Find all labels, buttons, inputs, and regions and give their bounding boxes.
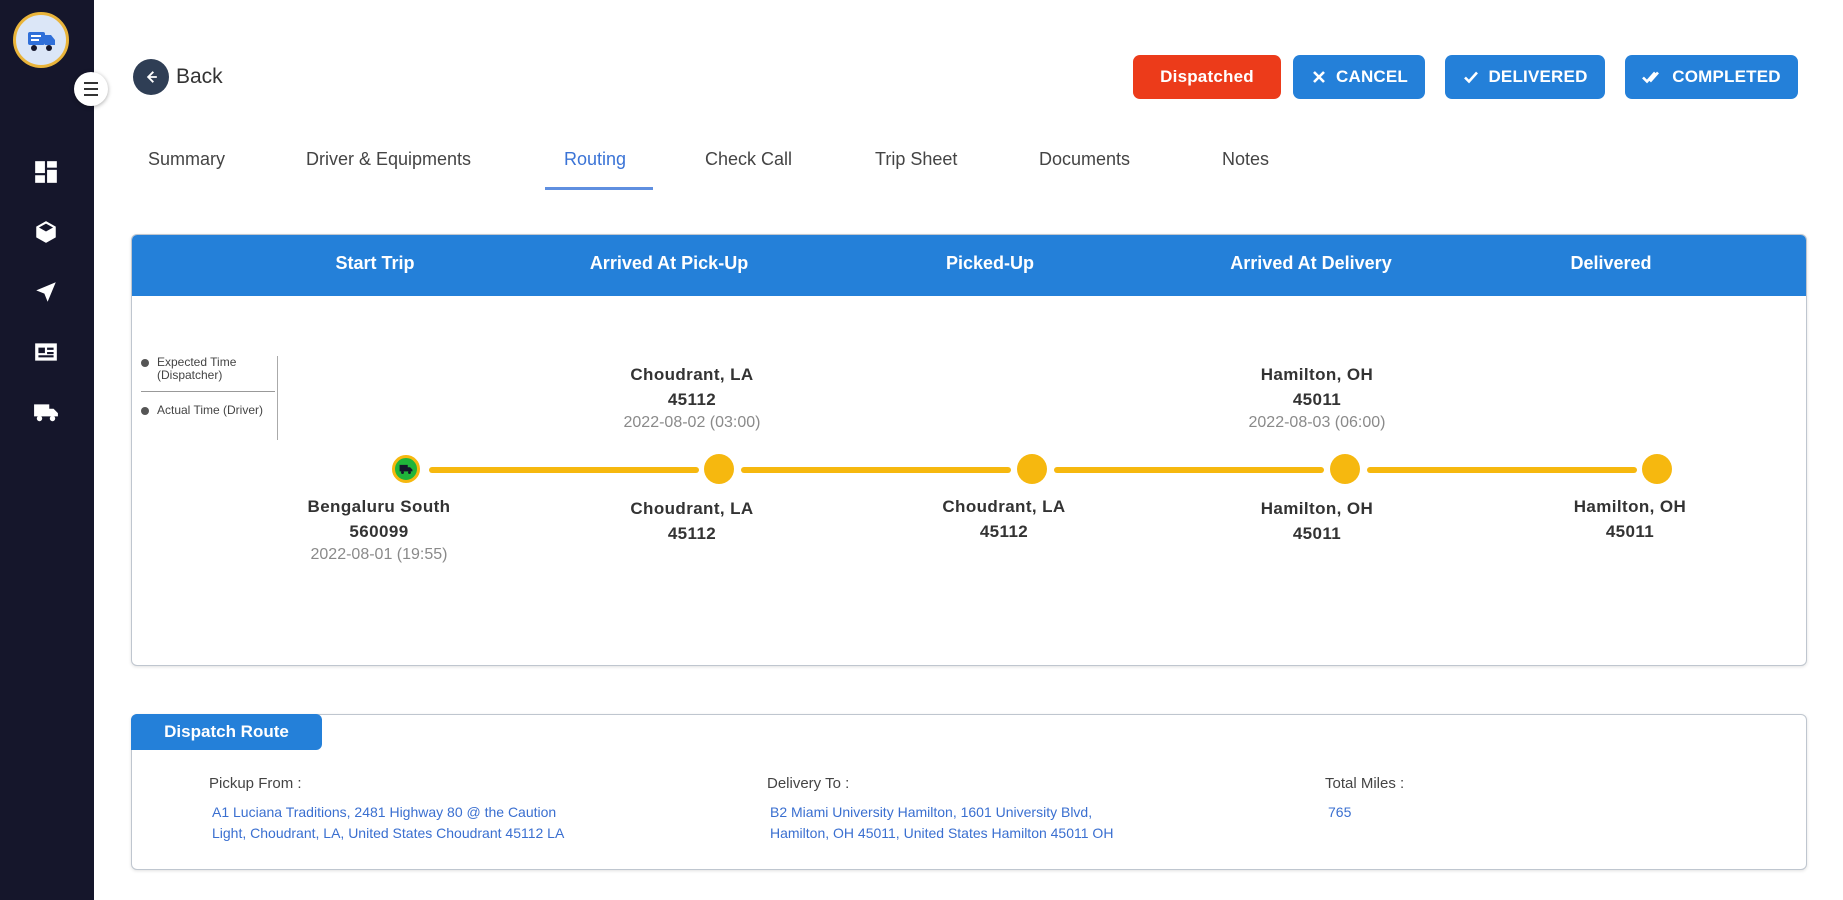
stage-start-trip: Start Trip bbox=[335, 253, 415, 273]
actual-arrived-pickup-zip: 45112 bbox=[667, 524, 717, 543]
arrow-left-icon bbox=[133, 59, 169, 95]
arrived-pickup-node[interactable] bbox=[704, 454, 734, 484]
tab-driver-equipments[interactable]: Driver & Equipments bbox=[306, 149, 471, 170]
actual-delivered: Hamilton, OH 45011 bbox=[1574, 494, 1686, 544]
expected-delivery: Hamilton, OH 45011 2022-08-03 (06:00) bbox=[1249, 362, 1386, 434]
completed-button[interactable]: COMPLETED bbox=[1625, 55, 1798, 99]
package-icon[interactable] bbox=[31, 217, 61, 247]
route-segment bbox=[1054, 467, 1324, 473]
expected-pickup: Choudrant, LA 45112 2022-08-02 (03:00) bbox=[624, 362, 761, 434]
bullet-icon bbox=[141, 407, 149, 415]
tab-trip-sheet[interactable]: Trip Sheet bbox=[875, 149, 957, 170]
tab-documents[interactable]: Documents bbox=[1039, 149, 1130, 170]
active-tab-indicator bbox=[545, 187, 653, 190]
legend-vertical-divider bbox=[277, 356, 278, 440]
actual-delivered-zip: 45011 bbox=[1605, 522, 1655, 541]
start-trip-node[interactable] bbox=[392, 455, 420, 483]
total-miles-value: 765 bbox=[1328, 804, 1352, 820]
delivered-button[interactable]: DELIVERED bbox=[1445, 55, 1605, 99]
pickup-address-line2[interactable]: Light, Choudrant, LA, United States Chou… bbox=[209, 823, 564, 844]
id-card-icon[interactable] bbox=[31, 337, 61, 367]
back-label: Back bbox=[176, 65, 223, 88]
pickup-field: Pickup From : A1 Luciana Traditions, 248… bbox=[209, 775, 564, 844]
actual-start-time: 2022-08-01 (19:55) bbox=[310, 546, 448, 563]
expected-delivery-zip: 45011 bbox=[1292, 390, 1342, 409]
back-button[interactable]: Back bbox=[133, 59, 223, 95]
tab-notes[interactable]: Notes bbox=[1222, 149, 1269, 170]
actual-picked-up-zip: 45112 bbox=[979, 522, 1029, 541]
tab-check-call[interactable]: Check Call bbox=[705, 149, 792, 170]
double-check-icon bbox=[1642, 71, 1660, 84]
legend-actual: Actual Time (Driver) bbox=[141, 404, 277, 417]
expected-pickup-zip: 45112 bbox=[667, 390, 717, 409]
delivery-label: Delivery To : bbox=[767, 775, 850, 792]
legend-divider bbox=[141, 391, 275, 392]
expected-pickup-city: Choudrant, LA bbox=[630, 365, 754, 384]
delivery-field: Delivery To : B2 Miami University Hamilt… bbox=[767, 775, 1113, 844]
expected-delivery-city: Hamilton, OH bbox=[1260, 365, 1374, 384]
time-legend: Expected Time (Dispatcher) Actual Time (… bbox=[141, 356, 277, 417]
actual-picked-up: Choudrant, LA 45112 bbox=[942, 494, 1065, 544]
completed-label: COMPLETED bbox=[1672, 67, 1781, 86]
expected-pickup-time: 2022-08-02 (03:00) bbox=[623, 414, 761, 431]
routing-stages-header: Start Trip Arrived At Pick-Up Picked-Up … bbox=[132, 235, 1806, 296]
arrived-delivery-node[interactable] bbox=[1330, 454, 1360, 484]
actual-delivered-city: Hamilton, OH bbox=[1573, 497, 1687, 516]
legend-expected: Expected Time (Dispatcher) bbox=[141, 356, 277, 382]
legend-expected-label: Expected Time (Dispatcher) bbox=[157, 355, 237, 382]
truck-icon[interactable] bbox=[31, 397, 61, 427]
stage-picked-up: Picked-Up bbox=[945, 253, 1035, 273]
tab-routing[interactable]: Routing bbox=[564, 149, 626, 170]
dispatch-route-card: Dispatch Route Pickup From : A1 Luciana … bbox=[131, 714, 1807, 870]
delivered-node[interactable] bbox=[1642, 454, 1672, 484]
truck-icon bbox=[399, 464, 413, 474]
total-miles-label: Total Miles : bbox=[1325, 775, 1405, 792]
check-icon bbox=[1464, 71, 1479, 84]
dispatch-route-title: Dispatch Route bbox=[131, 714, 322, 750]
actual-arrived-delivery: Hamilton, OH 45011 bbox=[1261, 496, 1373, 546]
sidebar bbox=[0, 0, 94, 900]
delivery-address-line1[interactable]: B2 Miami University Hamilton, 1601 Unive… bbox=[767, 802, 1113, 823]
routing-card: Start Trip Arrived At Pick-Up Picked-Up … bbox=[131, 234, 1807, 666]
truck-logo-icon[interactable] bbox=[13, 12, 69, 68]
expected-delivery-time: 2022-08-03 (06:00) bbox=[1248, 414, 1386, 431]
actual-arrived-delivery-city: Hamilton, OH bbox=[1260, 499, 1374, 518]
actual-start-zip: 560099 bbox=[349, 522, 409, 541]
navigation-arrow-icon[interactable] bbox=[31, 277, 61, 307]
delivered-label: DELIVERED bbox=[1488, 67, 1588, 86]
cancel-button[interactable]: CANCEL bbox=[1293, 55, 1425, 99]
dashboard-icon[interactable] bbox=[31, 157, 61, 187]
hamburger-menu-icon[interactable] bbox=[74, 72, 108, 106]
actual-arrived-pickup: Choudrant, LA 45112 bbox=[630, 496, 753, 546]
route-segment bbox=[741, 467, 1011, 473]
actual-arrived-pickup-city: Choudrant, LA bbox=[630, 499, 754, 518]
delivery-address-line2[interactable]: Hamilton, OH 45011, United States Hamilt… bbox=[767, 823, 1113, 844]
route-segment bbox=[1367, 467, 1637, 473]
actual-start: Bengaluru South 560099 2022-08-01 (19:55… bbox=[308, 494, 451, 566]
total-miles-field: Total Miles : 765 bbox=[1325, 775, 1404, 823]
cancel-label: CANCEL bbox=[1335, 67, 1409, 86]
pickup-address-line1[interactable]: A1 Luciana Traditions, 2481 Highway 80 @… bbox=[209, 802, 564, 823]
tab-summary[interactable]: Summary bbox=[148, 149, 225, 170]
close-icon bbox=[1313, 71, 1325, 83]
stage-arrived-pickup: Arrived At Pick-Up bbox=[589, 253, 749, 273]
picked-up-node[interactable] bbox=[1017, 454, 1047, 484]
stage-arrived-delivery: Arrived At Delivery bbox=[1230, 253, 1392, 273]
actual-picked-up-city: Choudrant, LA bbox=[942, 497, 1066, 516]
actual-arrived-delivery-zip: 45011 bbox=[1292, 524, 1342, 543]
legend-actual-label: Actual Time (Driver) bbox=[157, 403, 264, 417]
pickup-label: Pickup From : bbox=[209, 775, 302, 792]
status-badge: Dispatched bbox=[1133, 55, 1281, 99]
route-segment bbox=[429, 467, 699, 473]
stage-delivered: Delivered bbox=[1570, 253, 1652, 273]
actual-start-city: Bengaluru South bbox=[307, 497, 451, 516]
bullet-icon bbox=[141, 359, 149, 367]
